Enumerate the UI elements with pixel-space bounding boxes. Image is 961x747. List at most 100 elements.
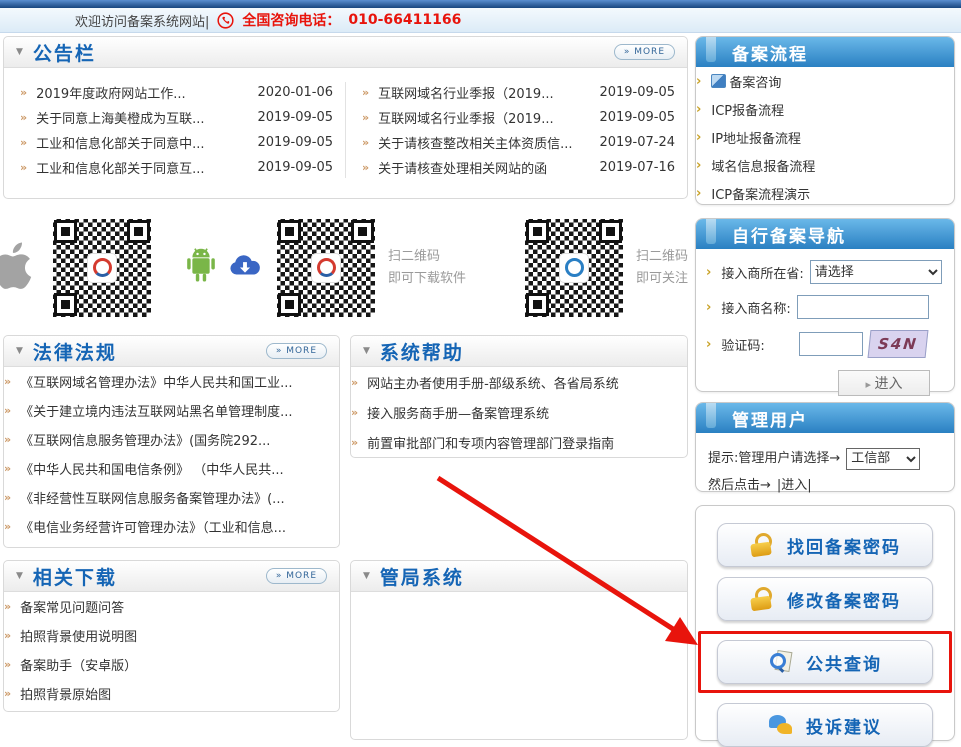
welcome-bar: 欢迎访问备案系统网站| 全国咨询电话： 010-66411166 <box>0 8 961 33</box>
process-item: ICP报备流程 <box>696 95 954 123</box>
bullet-icon <box>20 110 36 125</box>
admin-header: 管理用户 <box>696 403 954 433</box>
process-link[interactable]: ICP报备流程 <box>711 100 954 119</box>
province-select[interactable]: 请选择 <box>810 260 942 284</box>
download-item: 拍照背景使用说明图 <box>4 621 339 650</box>
process-panel: 备案流程 备案咨询 ICP报备流程 IP地址报备流程 域名信息报备流程 ICP备… <box>695 36 955 205</box>
process-item: IP地址报备流程 <box>696 123 954 151</box>
announcement-date: 2020-01-06 <box>257 85 333 100</box>
announcement-link[interactable]: 互联网域名行业季报（2019... <box>378 108 591 127</box>
collapse-triangle-icon: ▼ <box>363 346 370 356</box>
bullet-icon <box>4 432 20 447</box>
downloads-title: 相关下载 <box>33 563 117 590</box>
actions-panel: 找回备案密码 修改备案密码 公共查询 投诉建议 <box>695 505 955 741</box>
help-header: ▼ 系统帮助 <box>351 336 687 367</box>
captcha-image[interactable]: S4N <box>867 330 928 358</box>
announcements-more-button[interactable]: » MORE <box>614 44 675 60</box>
law-link[interactable]: 《关于建立境内违法互联网站黑名单管理制度... <box>20 401 339 420</box>
law-link[interactable]: 《电信业务经营许可管理办法》（工业和信息... <box>20 517 339 536</box>
help-item: 网站主办者使用手册-部级系统、各省局系统 <box>351 367 687 397</box>
enter-button[interactable]: 进入 <box>838 370 930 396</box>
download-link[interactable]: 拍照背景原始图 <box>20 684 339 703</box>
bullet-icon <box>20 85 36 100</box>
admin-select[interactable]: 工信部 <box>846 448 920 470</box>
nav-panel: 自行备案导航 接入商所在省: 请选择 接入商名称: 验证码: S4N 进入 <box>695 218 955 392</box>
announcement-link[interactable]: 2019年度政府网站工作... <box>36 83 249 102</box>
admin-hint2: 然后点击→ <box>708 472 771 499</box>
bullet-icon <box>696 74 711 89</box>
action-icon <box>768 712 794 738</box>
collapse-triangle-icon: ▼ <box>16 346 23 356</box>
announcement-link[interactable]: 关于请核查整改相关主体资质信... <box>378 133 591 152</box>
announcement-date: 2019-09-05 <box>599 85 675 100</box>
phone-number: 010-66411166 <box>348 12 461 28</box>
law-link[interactable]: 《中华人民共和国电信条例》 （中华人民共... <box>20 459 339 478</box>
downloads-header: ▼ 相关下载 » MORE <box>4 561 339 592</box>
qr-download-caption: 扫二维码 即可下载软件 <box>388 246 466 290</box>
qr-center-logo <box>312 254 340 282</box>
process-link[interactable]: ICP备案流程演示 <box>711 184 954 203</box>
help-panel: ▼ 系统帮助 网站主办者使用手册-部级系统、各省局系统 接入服务商手册—备案管理… <box>350 335 688 458</box>
announcement-item: 互联网域名行业季报（2019... 2019-09-05 <box>346 105 687 130</box>
captcha-label: 验证码: <box>721 335 764 354</box>
process-header: 备案流程 <box>696 37 954 67</box>
action-icon <box>768 649 794 675</box>
download-item: 备案助手（安卓版） <box>4 650 339 679</box>
announcement-item: 关于请核查处理相关网站的函 2019-07-16 <box>346 155 687 180</box>
action-button[interactable]: 找回备案密码 <box>717 523 933 567</box>
help-link[interactable]: 前置审批部门和专项内容管理部门登录指南 <box>367 433 687 452</box>
law-item: 《互联网信息服务管理办法》(国务院292... <box>4 425 339 454</box>
law-link[interactable]: 《互联网信息服务管理办法》(国务院292... <box>20 430 339 449</box>
isp-input[interactable] <box>797 295 929 319</box>
action-button[interactable]: 公共查询 <box>717 640 933 684</box>
law-link[interactable]: 《非经营性互联网信息服务备案管理办法》(... <box>20 488 339 507</box>
announcement-link[interactable]: 关于请核查处理相关网站的函 <box>378 158 591 177</box>
announcement-item: 关于请核查整改相关主体资质信... 2019-07-24 <box>346 130 687 155</box>
action-button-row: 公共查询 <box>698 631 952 693</box>
bureau-header: ▼ 管局系统 <box>351 561 687 592</box>
qr-section: 扫二维码 即可下载软件 扫二维码 即可关注 <box>0 205 690 330</box>
announcement-link[interactable]: 关于同意上海美橙成为互联... <box>36 108 249 127</box>
help-link[interactable]: 接入服务商手册—备案管理系统 <box>367 403 687 422</box>
help-link[interactable]: 网站主办者使用手册-部级系统、各省局系统 <box>367 373 687 392</box>
admin-enter-link[interactable]: |进入| <box>777 472 812 499</box>
cloud-download-icon <box>228 254 262 282</box>
action-button[interactable]: 修改备案密码 <box>717 577 933 621</box>
announcement-link[interactable]: 工业和信息化部关于同意互... <box>36 158 249 177</box>
law-link[interactable]: 《互联网域名管理办法》中华人民共和国工业... <box>20 372 339 391</box>
help-item: 接入服务商手册—备案管理系统 <box>351 397 687 427</box>
action-button[interactable]: 投诉建议 <box>717 703 933 747</box>
admin-hint1: 提示:管理用户请选择→ <box>708 445 840 472</box>
download-link[interactable]: 备案常见问题问答 <box>20 597 339 616</box>
help-title: 系统帮助 <box>380 338 464 365</box>
announcement-link[interactable]: 工业和信息化部关于同意中... <box>36 133 249 152</box>
bullet-icon <box>20 135 36 150</box>
process-link[interactable]: 域名信息报备流程 <box>711 156 954 175</box>
top-strip <box>0 0 961 8</box>
bullet-icon <box>351 405 367 420</box>
phone-icon <box>217 12 234 29</box>
law-item: 《非经营性互联网信息服务备案管理办法》(... <box>4 483 339 512</box>
bullet-icon <box>20 160 36 175</box>
download-link[interactable]: 备案助手（安卓版） <box>20 655 339 674</box>
process-link[interactable]: 备案咨询 <box>729 72 954 91</box>
download-link[interactable]: 拍照背景使用说明图 <box>20 626 339 645</box>
announcement-link[interactable]: 互联网域名行业季报（2019... <box>378 83 591 102</box>
bullet-icon <box>4 657 20 672</box>
bullet-icon <box>4 374 20 389</box>
law-item: 《关于建立境内违法互联网站黑名单管理制度... <box>4 396 339 425</box>
bullet-icon <box>696 186 711 201</box>
process-link[interactable]: IP地址报备流程 <box>711 128 954 147</box>
laws-title: 法律法规 <box>33 338 117 365</box>
qr-code-ios <box>52 218 152 318</box>
bullet-icon <box>706 337 721 352</box>
bureau-title: 管局系统 <box>380 563 464 590</box>
captcha-input[interactable] <box>799 332 863 356</box>
android-icon <box>182 244 220 292</box>
announcement-item: 2019年度政府网站工作... 2020-01-06 <box>4 80 345 105</box>
action-button-row: 找回备案密码 <box>696 523 954 567</box>
laws-more-button[interactable]: » MORE <box>266 343 327 359</box>
bullet-icon <box>4 519 20 534</box>
collapse-triangle-icon: ▼ <box>16 571 23 581</box>
downloads-more-button[interactable]: » MORE <box>266 568 327 584</box>
